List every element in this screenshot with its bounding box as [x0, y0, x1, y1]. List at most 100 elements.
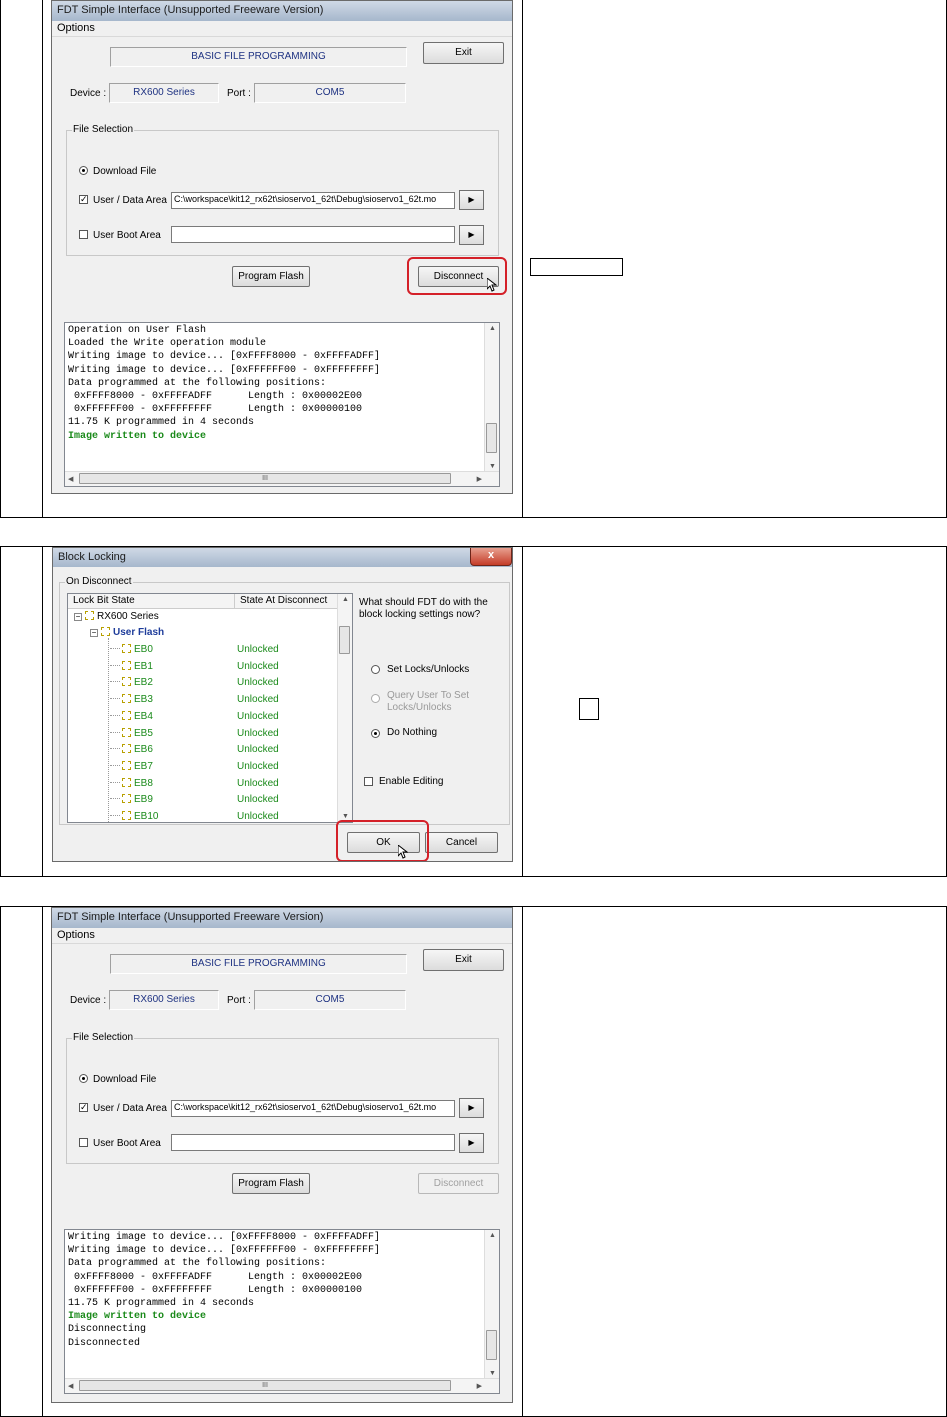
scroll-up-icon[interactable]: ▲ — [489, 325, 496, 332]
block-row[interactable]: EB7 Unlocked — [110, 760, 340, 772]
device-label: Device : — [70, 995, 107, 1006]
browse-user-data-button[interactable]: ▶ — [459, 1098, 484, 1118]
log-output[interactable]: Writing image to device... [0xFFFF8000 -… — [64, 1229, 500, 1394]
close-icon: x — [487, 549, 495, 561]
scroll-up-icon[interactable]: ▲ — [342, 596, 349, 603]
close-button[interactable]: x — [470, 548, 512, 566]
user-data-area-path[interactable]: C:\workspace\kit12_rx62t\sioservo1_62t\D… — [171, 1100, 455, 1117]
block-row[interactable]: EB4 Unlocked — [110, 710, 340, 722]
scroll-up-icon[interactable]: ▲ — [489, 1232, 496, 1239]
block-state: Unlocked — [237, 727, 279, 739]
window-body: Options BASIC FILE PROGRAMMING Exit Devi… — [52, 928, 512, 1402]
set-locks-radio[interactable] — [371, 665, 380, 674]
block-icon — [122, 710, 131, 720]
file-selection-label: File Selection — [72, 124, 135, 135]
scroll-thumb[interactable] — [486, 423, 497, 453]
tree-guide-line — [108, 638, 109, 822]
block-name: EB2 — [134, 677, 153, 689]
log-line: Disconnected — [68, 1337, 141, 1349]
block-state: Unlocked — [237, 677, 279, 689]
program-flash-button[interactable]: Program Flash — [232, 266, 310, 287]
tree-branch — [110, 714, 120, 716]
scroll-right-icon[interactable]: ▶ — [477, 475, 482, 483]
tree-vscrollbar[interactable]: ▲ ▼ — [337, 594, 352, 822]
cancel-button[interactable]: Cancel — [425, 832, 498, 853]
hscroll-thumb[interactable]: III — [79, 1380, 451, 1391]
do-nothing-radio[interactable] — [371, 729, 380, 738]
block-row[interactable]: EB5 Unlocked — [110, 727, 340, 739]
scroll-left-icon[interactable]: ◀ — [68, 475, 73, 483]
block-row[interactable]: EB10 Unlocked — [110, 811, 340, 822]
scroll-thumb[interactable] — [486, 1330, 497, 1360]
col-lock-bit-state[interactable]: Lock Bit State — [73, 595, 135, 606]
window-body: Options BASIC FILE PROGRAMMING Exit Devi… — [52, 21, 512, 493]
block-locking-dialog: Block Locking x On Disconnect Lock Bit S… — [52, 547, 513, 862]
block-row[interactable]: EB9 Unlocked — [110, 794, 340, 805]
collapse-icon[interactable]: − — [90, 629, 98, 637]
tree-root-label: RX600 Series — [97, 611, 159, 622]
collapse-icon[interactable]: − — [74, 613, 82, 621]
scroll-left-icon[interactable]: ◀ — [68, 1382, 73, 1390]
program-flash-button[interactable]: Program Flash — [232, 1173, 310, 1194]
block-row[interactable]: EB3 Unlocked — [110, 694, 340, 705]
dialog-titlebar: Block Locking x — [53, 548, 512, 567]
lock-bit-tree[interactable]: Lock Bit State State At Disconnect − RX60… — [67, 593, 353, 823]
download-file-radio[interactable] — [79, 1074, 88, 1083]
menu-options[interactable]: Options — [57, 22, 95, 34]
user-data-area-label: User / Data Area — [93, 1103, 167, 1114]
user-data-area-path[interactable]: C:\workspace\kit12_rx62t\sioservo1_62t\D… — [171, 192, 455, 209]
block-row[interactable]: EB0 Unlocked — [110, 644, 340, 655]
log-line: Disconnecting — [68, 1324, 147, 1336]
block-row[interactable]: EB1 Unlocked — [110, 660, 340, 672]
window-title: FDT Simple Interface (Unsupported Freewa… — [57, 911, 324, 923]
scroll-thumb[interactable] — [339, 626, 350, 654]
block-name: EB0 — [134, 644, 153, 655]
download-file-radio[interactable] — [79, 166, 88, 175]
window-titlebar: FDT Simple Interface (Unsupported Freewa… — [52, 1, 512, 21]
enable-editing-checkbox[interactable] — [364, 777, 373, 786]
query-user-radio — [371, 694, 380, 703]
hscroll-thumb[interactable]: III — [79, 473, 451, 484]
block-row[interactable]: EB8 Unlocked — [110, 777, 340, 789]
window-title: FDT Simple Interface (Unsupported Freewa… — [57, 4, 324, 16]
log-hscrollbar[interactable]: ◀ III ▶ — [65, 1378, 499, 1393]
block-icon — [122, 694, 131, 704]
block-row[interactable]: EB2 Unlocked — [110, 677, 340, 688]
device-value: RX600 Series — [109, 83, 219, 103]
block-state: Unlocked — [237, 644, 279, 655]
menubar: Options — [52, 21, 512, 37]
scroll-down-icon[interactable]: ▼ — [489, 1370, 496, 1377]
log-line: Image written to device — [68, 1311, 207, 1323]
log-line: Image written to device — [68, 430, 207, 442]
tree-branch — [110, 664, 120, 666]
log-output[interactable]: Operation on User Flash Loaded the Write … — [64, 322, 500, 487]
browse-user-data-button[interactable]: ▶ — [459, 190, 484, 210]
menu-options[interactable]: Options — [57, 929, 95, 941]
user-boot-area-path[interactable] — [171, 1134, 455, 1151]
user-boot-area-checkbox[interactable] — [79, 1138, 88, 1147]
tree-branch — [110, 764, 120, 766]
exit-button[interactable]: Exit — [423, 42, 504, 64]
download-file-label: Download File — [93, 1074, 157, 1085]
row-divider-right — [522, 0, 523, 517]
browse-user-boot-button[interactable]: ▶ — [459, 225, 484, 245]
log-line: 0xFFFFFF00 - 0xFFFFFFFF Length : 0x00000… — [68, 1284, 363, 1296]
user-data-area-checkbox[interactable]: ✓ — [79, 195, 88, 204]
block-state: Unlocked — [237, 794, 279, 806]
log-line: Writing image to device... [0xFFFF8000 -… — [68, 1232, 381, 1243]
log-vscrollbar[interactable]: ▲ ▼ — [484, 323, 499, 472]
browse-user-boot-button[interactable]: ▶ — [459, 1133, 484, 1153]
user-data-area-checkbox[interactable]: ✓ — [79, 1103, 88, 1112]
scroll-down-icon[interactable]: ▼ — [342, 813, 349, 820]
tree-child-node[interactable]: − User Flash — [90, 627, 164, 638]
user-boot-area-checkbox[interactable] — [79, 230, 88, 239]
scroll-down-icon[interactable]: ▼ — [489, 463, 496, 470]
exit-button[interactable]: Exit — [423, 949, 504, 971]
block-row[interactable]: EB6 Unlocked — [110, 744, 340, 755]
col-state-at-disconnect[interactable]: State At Disconnect — [240, 595, 327, 606]
log-vscrollbar[interactable]: ▲ ▼ — [484, 1230, 499, 1379]
tree-root-node[interactable]: − RX600 Series — [74, 611, 159, 622]
log-hscrollbar[interactable]: ◀ III ▶ — [65, 471, 499, 486]
scroll-right-icon[interactable]: ▶ — [477, 1382, 482, 1390]
user-boot-area-path[interactable] — [171, 226, 455, 243]
